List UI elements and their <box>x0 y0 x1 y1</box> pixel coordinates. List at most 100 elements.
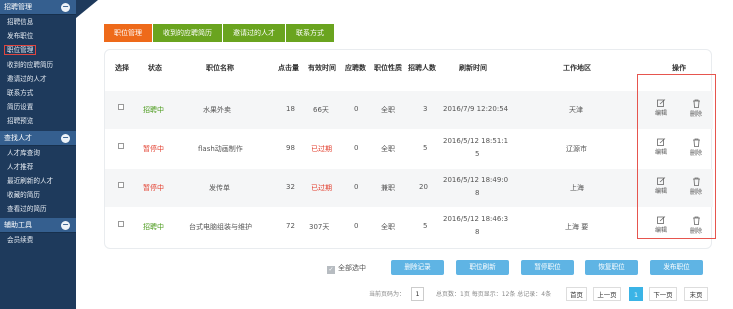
collapse-icon[interactable]: − <box>61 221 70 231</box>
col-refresh-time: 刷新时间 <box>459 64 487 72</box>
collapse-icon[interactable]: − <box>61 3 70 12</box>
table-row: 暂停中 发传单 32 已过期 0 兼职 20 2016/5/12 18:49:0… <box>105 169 713 207</box>
applications: 0 <box>354 222 359 230</box>
status-badge: 招聘中 <box>143 106 164 114</box>
collapse-icon[interactable]: − <box>61 133 70 143</box>
table-row: 招聘中 台式电脑组装与维护 72 307天 0 全职 5 2016/5/12 1… <box>105 208 713 246</box>
pager-goto-label: 当前页码为： <box>369 291 406 298</box>
job-type: 全职 <box>381 106 395 114</box>
sidebar-item-received-resumes[interactable]: 收到的应聘简历 <box>0 58 76 72</box>
headcount: 5 <box>423 144 428 152</box>
current-page-button[interactable]: 1 <box>629 287 643 301</box>
col-valid-time: 有效时间 <box>308 64 336 72</box>
sidebar-item-recruit-info[interactable]: 招聘信息 <box>0 15 76 29</box>
sidebar-item-contact[interactable]: 联系方式 <box>0 86 76 100</box>
next-page-button[interactable]: 下一页 <box>649 287 677 301</box>
clicks: 32 <box>286 183 295 191</box>
sidebar-item-job-manage[interactable]: 职位管理 <box>0 43 76 57</box>
sidebar-group-find-talent[interactable]: 查找人才 − <box>0 130 76 146</box>
first-page-button[interactable]: 首页 <box>566 287 587 301</box>
table-header: 选择 状态 职位名称 点击量 有效时间 应聘数 职位性质 招聘人数 刷新时间 工… <box>105 63 713 77</box>
sidebar-group-recruit[interactable]: 招聘管理 − <box>0 0 76 15</box>
sidebar: 招聘管理 − 招聘信息 发布职位 职位管理 收到的应聘简历 邀请过的人才 联系方… <box>0 0 76 309</box>
delete-button[interactable]: 删除 <box>686 216 706 235</box>
col-clicks: 点击量 <box>278 64 299 72</box>
col-work-area: 工作地区 <box>563 64 591 72</box>
row-checkbox[interactable] <box>118 221 124 227</box>
valid-time: 307天 <box>309 223 330 231</box>
status-badge: 招聘中 <box>143 223 164 231</box>
delete-button[interactable]: 删除 <box>686 99 706 118</box>
select-all-checkbox[interactable]: ✓ <box>327 266 335 274</box>
job-name[interactable]: 发传单 <box>209 183 230 193</box>
applications: 0 <box>354 183 359 191</box>
col-select: 选择 <box>115 64 129 72</box>
job-name[interactable]: 台式电脑组装与维护 <box>189 222 252 232</box>
sidebar-item-resume-settings[interactable]: 简历设置 <box>0 100 76 114</box>
col-job-type: 职位性质 <box>374 64 402 72</box>
edit-button[interactable]: 编辑 <box>651 216 671 234</box>
tab-invited-talent[interactable]: 邀请过的人才 <box>223 24 285 42</box>
resume-jobs-button[interactable]: 恢复职位 <box>585 260 638 275</box>
edit-button[interactable]: 编辑 <box>651 177 671 195</box>
sidebar-item-saved-resumes[interactable]: 收藏的简历 <box>0 188 76 202</box>
delete-button[interactable]: 删除 <box>686 138 706 157</box>
refresh-time-wrap: 8 <box>475 189 480 197</box>
trash-icon <box>692 99 700 108</box>
refresh-jobs-button[interactable]: 职位刷新 <box>456 260 509 275</box>
work-area: 辽源市 <box>566 145 587 153</box>
publish-job-button[interactable]: 发布职位 <box>650 260 703 275</box>
headcount: 5 <box>423 222 428 230</box>
pager-summary: 总页数：1页 每页显示：12条 总记录：4条 <box>436 291 552 298</box>
tab-contact[interactable]: 联系方式 <box>286 24 334 42</box>
work-area: 上海 要 <box>565 223 589 231</box>
status-badge: 暂停中 <box>143 184 164 192</box>
edit-button[interactable]: 编辑 <box>651 138 671 156</box>
sidebar-item-recent-talent[interactable]: 最近刷新的人才 <box>0 174 76 188</box>
sidebar-item-renew[interactable]: 会员续费 <box>0 233 76 247</box>
applications: 0 <box>354 105 359 113</box>
col-operations: 操作 <box>672 64 686 72</box>
refresh-time: 2016/7/9 12:20:54 <box>443 105 509 113</box>
sidebar-item-viewed-resumes[interactable]: 查看过的简历 <box>0 202 76 216</box>
applications: 0 <box>354 144 359 152</box>
refresh-time: 2016/5/12 18:51:1 <box>443 137 509 145</box>
sidebar-group-tools[interactable]: 辅助工具 − <box>0 218 76 234</box>
delete-button[interactable]: 删除 <box>686 177 706 196</box>
refresh-time-wrap: 8 <box>475 228 480 236</box>
job-type: 全职 <box>381 145 395 153</box>
pause-jobs-button[interactable]: 暂停职位 <box>521 260 574 275</box>
prev-page-button[interactable]: 上一页 <box>593 287 621 301</box>
last-page-button[interactable]: 末页 <box>684 287 708 301</box>
row-checkbox[interactable] <box>118 104 124 110</box>
job-name[interactable]: 水果外卖 <box>203 105 231 115</box>
job-type: 兼职 <box>381 184 395 192</box>
job-name[interactable]: flash动画制作 <box>198 144 243 154</box>
valid-time: 已过期 <box>311 145 332 153</box>
headcount: 3 <box>423 105 428 113</box>
clicks: 18 <box>286 105 295 113</box>
edit-icon <box>656 216 665 224</box>
edit-button[interactable]: 编辑 <box>651 99 671 117</box>
trash-icon <box>692 177 700 186</box>
edit-icon <box>656 99 665 107</box>
tab-bar: 职位管理 收到的应聘简历 邀请过的人才 联系方式 <box>104 24 335 42</box>
tab-received-resumes[interactable]: 收到的应聘简历 <box>153 24 222 42</box>
refresh-time: 2016/5/12 18:46:3 <box>443 215 509 223</box>
delete-records-button[interactable]: 删除记录 <box>391 260 444 275</box>
sidebar-item-invited-talent[interactable]: 邀请过的人才 <box>0 72 76 86</box>
sidebar-item-talent-search[interactable]: 人才库查询 <box>0 146 76 160</box>
sidebar-item-post-job[interactable]: 发布职位 <box>0 29 76 43</box>
status-badge: 暂停中 <box>143 145 164 153</box>
sidebar-item-talent-recommend[interactable]: 人才推荐 <box>0 160 76 174</box>
valid-time: 已过期 <box>311 184 332 192</box>
row-checkbox[interactable] <box>118 182 124 188</box>
job-type: 全职 <box>381 223 395 231</box>
row-checkbox[interactable] <box>118 143 124 149</box>
page-input[interactable]: 1 <box>411 287 424 301</box>
trash-icon <box>692 138 700 147</box>
select-all[interactable]: ✓ 全部选中 <box>327 263 366 274</box>
col-job-name: 职位名称 <box>206 64 234 72</box>
tab-job-manage[interactable]: 职位管理 <box>104 24 152 42</box>
sidebar-item-recruit-preview[interactable]: 招聘预览 <box>0 114 76 128</box>
